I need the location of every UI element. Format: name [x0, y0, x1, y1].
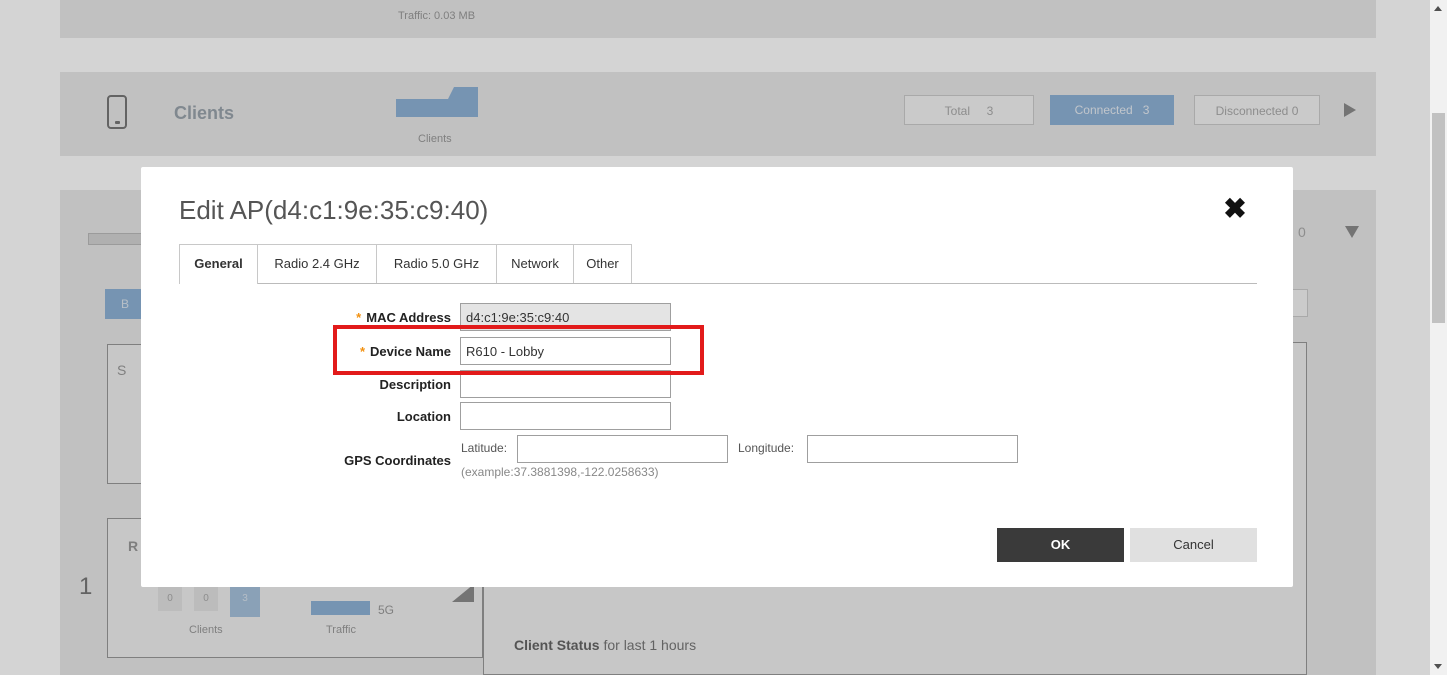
edit-ap-dialog: Edit AP(d4:c1:9e:35:c9:40) ✖ General Rad…: [141, 167, 1293, 587]
gps-coordinates-label: GPS Coordinates: [344, 453, 451, 468]
ok-button[interactable]: OK: [997, 528, 1124, 562]
longitude-field[interactable]: [807, 435, 1018, 463]
gps-example-hint: (example:37.3881398,-122.0258633): [461, 465, 659, 479]
page-scrollbar[interactable]: [1430, 0, 1447, 675]
scroll-down-icon[interactable]: [1434, 664, 1442, 669]
location-label: Location: [396, 409, 451, 424]
mac-address-label-text: MAC Address: [366, 310, 451, 325]
tab-radio-24[interactable]: Radio 2.4 GHz: [257, 244, 377, 283]
location-field[interactable]: [460, 402, 671, 430]
tab-network[interactable]: Network: [496, 244, 574, 283]
latitude-label: Latitude:: [461, 441, 508, 455]
longitude-label: Longitude:: [738, 441, 795, 455]
latitude-field[interactable]: [517, 435, 728, 463]
device-name-highlight: [333, 325, 704, 375]
scroll-thumb[interactable]: [1432, 113, 1445, 323]
description-label: Description: [379, 377, 451, 392]
required-marker: *: [356, 310, 362, 325]
mac-address-label: * MAC Address: [241, 310, 451, 325]
scroll-up-icon[interactable]: [1434, 6, 1442, 11]
tab-bar: General Radio 2.4 GHz Radio 5.0 GHz Netw…: [179, 244, 1257, 284]
tab-general[interactable]: General: [179, 244, 258, 284]
close-icon[interactable]: ✖: [1221, 195, 1249, 223]
dialog-title: Edit AP(d4:c1:9e:35:c9:40): [179, 195, 489, 225]
tab-radio-50[interactable]: Radio 5.0 GHz: [376, 244, 497, 283]
cancel-button[interactable]: Cancel: [1130, 528, 1257, 562]
tab-other[interactable]: Other: [573, 244, 632, 283]
